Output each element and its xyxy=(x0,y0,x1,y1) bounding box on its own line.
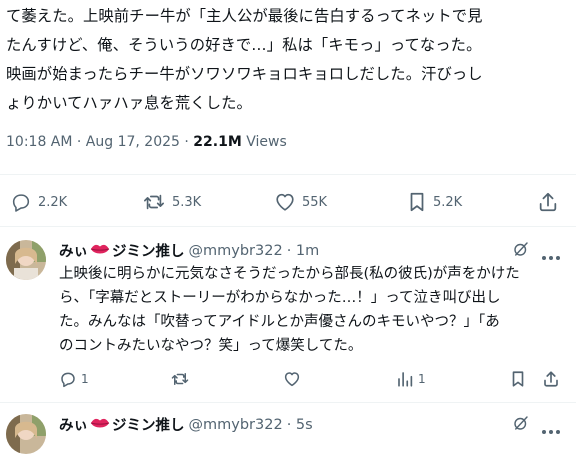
bookmark-icon xyxy=(512,371,524,387)
share-icon xyxy=(539,192,557,212)
reply-count: 2.2K xyxy=(38,194,68,210)
like-count: 55K xyxy=(302,194,328,210)
share-icon xyxy=(544,371,558,387)
retweet-button[interactable] xyxy=(170,370,190,388)
share-button[interactable] xyxy=(542,370,560,388)
bookmark-count: 5.2K xyxy=(433,194,463,210)
display-name-prefix: みぃ xyxy=(59,244,88,260)
reply-count: 1 xyxy=(81,372,89,386)
reply-header: みぃ ジミン推し @mmybr322 · 5s xyxy=(59,414,313,435)
reply-line: のコントみたいなやつ？笑」って爆笑してた。 xyxy=(59,338,363,354)
display-name-suffix: ジミン推し xyxy=(112,418,185,434)
reply-header: みぃ ジミン推し @mmybr322 · 1m xyxy=(59,240,319,261)
tweet-body: て萎えた。上映前チー牛が「主人公が最後に告白するってネットで見 たんすけど、俺、… xyxy=(6,2,572,118)
views-button[interactable]: 1 xyxy=(396,370,426,388)
display-name-prefix: みぃ xyxy=(59,418,88,434)
user-handle[interactable]: @mmybr322 xyxy=(189,417,283,433)
divider xyxy=(0,226,576,227)
retweet-count: 5.3K xyxy=(172,194,202,210)
retweet-button[interactable]: 5.3K xyxy=(142,191,201,213)
tweet-line: たんすけど、俺、そういうの好きで…」私は「キモっ」ってなった。 xyxy=(6,36,482,54)
heart-icon xyxy=(284,372,300,387)
views-label: Views xyxy=(241,134,287,150)
divider xyxy=(0,174,576,175)
reply-body: 上映後に明らかに元気なさそうだったから部長(私の彼氏)が声をかけた ら、「字幕だ… xyxy=(59,262,520,358)
reply-line: た。みんなは「吹替ってアイドルとか声優さんのキモいやつ？」「あ xyxy=(59,314,500,330)
avatar[interactable] xyxy=(6,414,46,454)
reply-time[interactable]: · 1m xyxy=(287,243,320,259)
tweet-line: ょりかいてハァハァ息を荒くした。 xyxy=(6,94,252,112)
avatar[interactable] xyxy=(6,240,46,280)
display-name[interactable]: みぃ ジミン推し xyxy=(59,414,185,435)
user-handle[interactable]: @mmybr322 xyxy=(189,243,283,259)
display-name[interactable]: みぃ ジミン推し xyxy=(59,240,185,261)
bookmark-button[interactable] xyxy=(510,370,526,388)
more-icon[interactable] xyxy=(541,246,561,265)
reply-line: 上映後に明らかに元気なさそうだったから部長(私の彼氏)が声をかけた xyxy=(59,266,520,282)
grok-icon[interactable] xyxy=(512,240,530,262)
reply-icon xyxy=(61,372,75,388)
grok-icon[interactable] xyxy=(512,414,530,436)
heart-icon xyxy=(276,193,294,211)
divider xyxy=(0,402,576,403)
reply-icon xyxy=(12,194,30,212)
analytics-icon xyxy=(398,372,413,387)
view-count: 1 xyxy=(418,372,426,386)
tweet-meta: 10:18 AM · Aug 17, 2025 · 22.1M Views xyxy=(6,134,287,150)
reply-time[interactable]: · 5s xyxy=(287,417,313,433)
lips-icon xyxy=(90,243,110,260)
bookmark-button[interactable]: 5.2K xyxy=(407,191,462,213)
share-button[interactable] xyxy=(537,191,559,213)
tweet-line: て萎えた。上映前チー牛が「主人公が最後に告白するってネットで見 xyxy=(6,7,483,25)
tweet-timestamp[interactable]: 10:18 AM · Aug 17, 2025 · xyxy=(6,134,193,150)
display-name-suffix: ジミン推し xyxy=(112,244,185,260)
like-button[interactable] xyxy=(283,370,301,388)
reply-button[interactable]: 1 xyxy=(59,370,89,388)
tweet-line: 映画が始まったらチー牛がソワソワキョロキョロしだした。汗びっし xyxy=(6,65,483,83)
like-button[interactable]: 55K xyxy=(274,191,327,213)
lips-icon xyxy=(90,417,110,434)
retweet-icon xyxy=(144,194,164,210)
view-count: 22.1M xyxy=(193,134,242,150)
reply-line: ら、「字幕だとストーリーがわからなかった…！」って泣き叫び出し xyxy=(59,290,501,306)
retweet-icon xyxy=(171,373,189,385)
bookmark-icon xyxy=(410,192,424,212)
reply-button[interactable]: 2.2K xyxy=(10,191,67,213)
